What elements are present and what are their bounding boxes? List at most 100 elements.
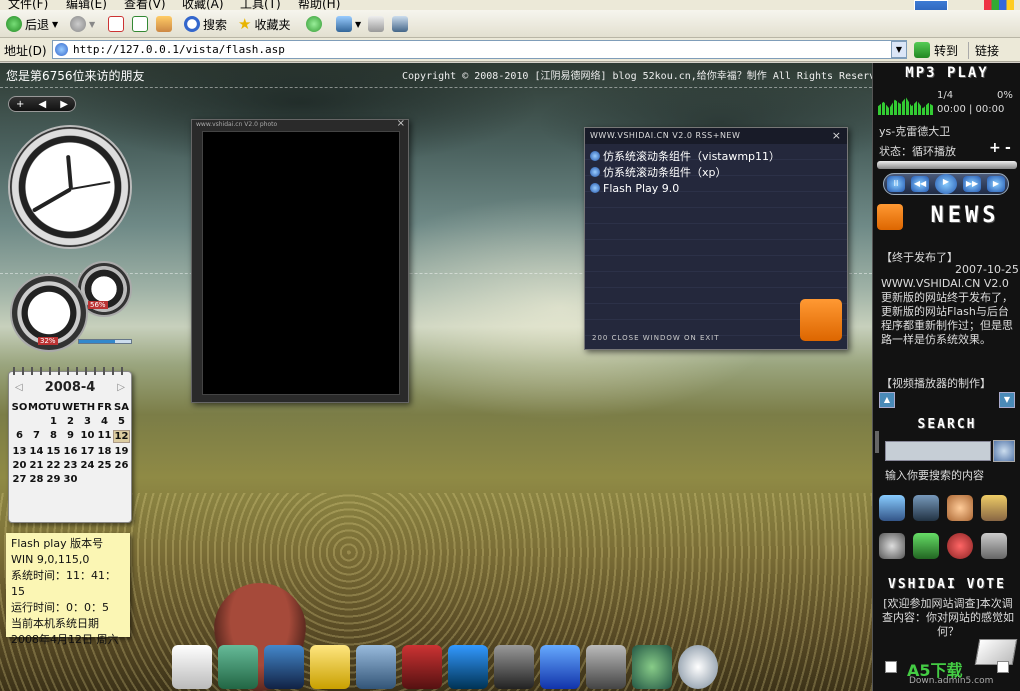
calendar-day[interactable]: 23: [62, 460, 79, 471]
next-track-button[interactable]: ▶: [987, 176, 1005, 192]
add-widget-button[interactable]: +: [16, 99, 24, 110]
globe-icon[interactable]: [632, 645, 672, 689]
vote-checkbox[interactable]: [997, 661, 1009, 673]
calendar-day[interactable]: 3: [79, 416, 96, 427]
pause-button[interactable]: II: [887, 176, 905, 192]
rss-item[interactable]: 仿系统滚动条组件（vistawmp11）: [590, 148, 780, 164]
links-button[interactable]: 链接: [968, 42, 999, 59]
favorites-button[interactable]: ★ 收藏夹: [238, 14, 290, 34]
calendar-day[interactable]: 7: [28, 430, 45, 443]
calendar-day[interactable]: 28: [28, 474, 45, 485]
toolbox-icon[interactable]: [402, 645, 442, 689]
calendar-day[interactable]: 2: [62, 416, 79, 427]
prev-widget-button[interactable]: ◀: [38, 99, 46, 110]
mail-dropdown-icon[interactable]: ▼: [355, 20, 361, 29]
rss-item[interactable]: 仿系统滚动条组件（xp）: [590, 164, 780, 180]
calendar-day[interactable]: 24: [79, 460, 96, 471]
chat-bubble-icon[interactable]: [678, 645, 718, 689]
address-input[interactable]: http://127.0.0.1/vista/flash.asp: [52, 40, 907, 59]
keys-icon[interactable]: [981, 495, 1007, 521]
scroll-up-icon[interactable]: ▲: [879, 392, 895, 408]
menu-tools[interactable]: 工具(T): [240, 0, 281, 10]
forward-dropdown-icon[interactable]: ▼: [89, 20, 95, 29]
calendar-day[interactable]: 22: [45, 460, 62, 471]
calendar-day[interactable]: 4: [96, 416, 113, 427]
calendar-day[interactable]: 11: [96, 430, 113, 443]
mail-button[interactable]: ▼: [336, 14, 361, 34]
calendar-day[interactable]: 18: [96, 446, 113, 457]
menu-file[interactable]: 文件(F): [8, 0, 48, 10]
volume-down-button[interactable]: -: [1005, 140, 1011, 156]
photo-close-icon[interactable]: ×: [397, 118, 405, 129]
home-button[interactable]: [156, 14, 172, 34]
calendar-day[interactable]: 17: [79, 446, 96, 457]
calendar-day[interactable]: 21: [28, 460, 45, 471]
calendar-day[interactable]: 25: [96, 460, 113, 471]
headphones-icon[interactable]: [494, 645, 534, 689]
calendar-day[interactable]: 10: [79, 430, 96, 443]
sticky-notes-icon[interactable]: [310, 645, 350, 689]
notebook-icon[interactable]: [264, 645, 304, 689]
media-player-icon[interactable]: [913, 533, 939, 559]
print-button[interactable]: [368, 14, 384, 34]
calendar-next-button[interactable]: ▷: [117, 382, 125, 393]
calendar-day[interactable]: 20: [11, 460, 28, 471]
volume-slider[interactable]: [877, 161, 1017, 169]
photo-widget[interactable]: www.vshidai.cn V2.0 photo ×: [191, 118, 409, 403]
refresh-button[interactable]: [132, 14, 148, 34]
contacts-icon[interactable]: [356, 645, 396, 689]
desktop-icon[interactable]: [879, 495, 905, 521]
calendar-day[interactable]: 27: [11, 474, 28, 485]
search-magnifier-icon[interactable]: [993, 440, 1015, 462]
network-icon[interactable]: [913, 495, 939, 521]
calendar-day[interactable]: 26: [113, 460, 130, 471]
calendar-day[interactable]: 16: [62, 446, 79, 457]
calendar-day[interactable]: 9: [62, 430, 79, 443]
search-expand-handle[interactable]: [875, 431, 879, 453]
calendar-day[interactable]: 19: [113, 446, 130, 457]
media-button[interactable]: [306, 14, 322, 34]
calendar-day[interactable]: 15: [45, 446, 62, 457]
calendar-day[interactable]: 1: [45, 416, 62, 427]
user-icon[interactable]: [947, 495, 973, 521]
calendar-day[interactable]: 13: [11, 446, 28, 457]
calendar-day[interactable]: 30: [62, 474, 79, 485]
search-button[interactable]: 搜索: [184, 14, 227, 34]
books-icon[interactable]: [218, 645, 258, 689]
calendar-day[interactable]: 8: [45, 430, 62, 443]
scroll-down-icon[interactable]: ▼: [999, 392, 1015, 408]
search-input[interactable]: [885, 441, 991, 461]
menu-help[interactable]: 帮助(H): [298, 0, 340, 10]
calendar-day[interactable]: 6: [11, 430, 28, 443]
document-icon[interactable]: [172, 645, 212, 689]
volume-up-button[interactable]: +: [989, 140, 1001, 156]
calendar-day[interactable]: 29: [45, 474, 62, 485]
play-button[interactable]: ▶: [935, 174, 957, 194]
calendar-day[interactable]: 14: [28, 446, 45, 457]
calendar-day[interactable]: 12: [113, 430, 130, 443]
menu-favorites[interactable]: 收藏(A): [182, 0, 224, 10]
rss-close-icon[interactable]: ×: [832, 129, 841, 142]
power-icon[interactable]: [947, 533, 973, 559]
back-dropdown-icon[interactable]: ▼: [52, 20, 58, 29]
clapperboard-icon[interactable]: [448, 645, 488, 689]
news-heading[interactable]: 【终于发布了】: [881, 249, 958, 265]
vote-checkbox[interactable]: [885, 661, 897, 673]
fast-forward-button[interactable]: ▶▶: [963, 176, 981, 192]
drive-icon[interactable]: [586, 645, 626, 689]
rss-item[interactable]: Flash Play 9.0: [590, 180, 780, 196]
edit-button[interactable]: [392, 14, 408, 34]
calendar-day[interactable]: 5: [113, 416, 130, 427]
rewind-button[interactable]: ◀◀: [911, 176, 929, 192]
address-dropdown-icon[interactable]: ▼: [891, 41, 907, 58]
menu-view[interactable]: 查看(V): [124, 0, 166, 10]
news-heading-video[interactable]: 【视频播放器的制作】: [881, 375, 991, 391]
rss-feed-icon[interactable]: [800, 299, 842, 341]
finder-icon[interactable]: [540, 645, 580, 689]
go-button[interactable]: 转到: [914, 41, 958, 59]
next-widget-button[interactable]: ▶: [60, 99, 68, 110]
forward-button[interactable]: ▼: [70, 14, 95, 34]
stop-button[interactable]: [108, 14, 124, 34]
back-button[interactable]: 后退 ▼: [6, 14, 58, 34]
recycle-bin-icon[interactable]: [981, 533, 1007, 559]
